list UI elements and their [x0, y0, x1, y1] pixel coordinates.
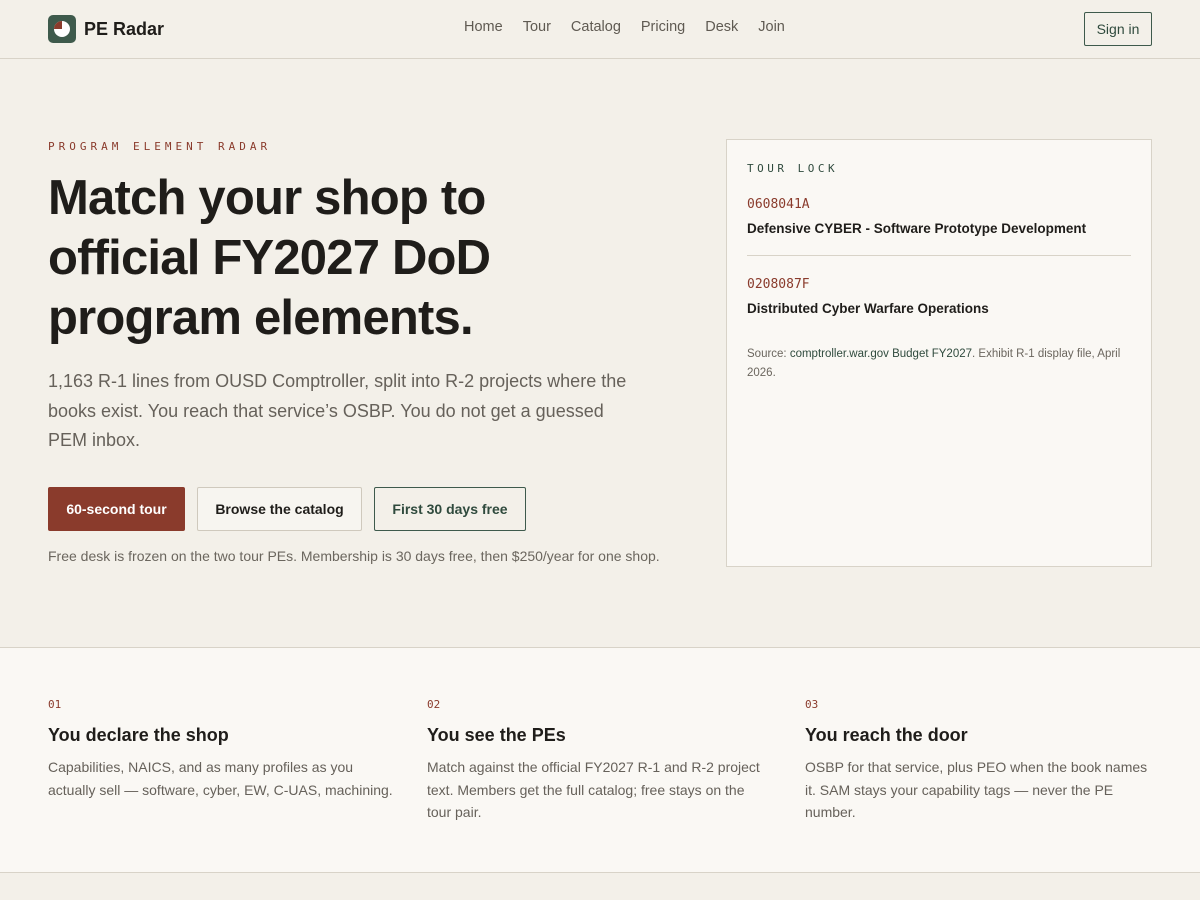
- pe-code: 0608041A: [747, 197, 810, 212]
- source-link[interactable]: comptroller.war.gov Budget FY2027: [790, 348, 972, 360]
- pe-name: Defensive CYBER - Software Prototype Dev…: [747, 221, 1087, 236]
- brand-name: PE Radar: [84, 18, 165, 39]
- radar-pie-icon: [48, 15, 76, 43]
- step-card: 02 You see the PEs Match against the off…: [427, 698, 772, 824]
- sign-in-button[interactable]: Sign in: [1084, 12, 1152, 46]
- nav-item-pricing[interactable]: Pricing: [641, 19, 685, 35]
- pe-name: Distributed Cyber Warfare Operations: [747, 301, 989, 316]
- nav-item-catalog[interactable]: Catalog: [571, 19, 621, 35]
- tour-lock-card: TOUR LOCK 0608041A Defensive CYBER - Sof…: [726, 139, 1152, 567]
- step-title: You declare the shop: [48, 725, 229, 745]
- top-nav-bar: PE Radar Home Tour Catalog Pricing Desk …: [0, 0, 1200, 59]
- step-card: 03 You reach the door OSBP for that serv…: [805, 698, 1150, 824]
- pe-code: 0208087F: [747, 277, 810, 292]
- brand[interactable]: PE Radar: [48, 15, 164, 43]
- main-nav: Home Tour Catalog Pricing Desk Join: [464, 19, 785, 35]
- nav-item-home[interactable]: Home: [464, 19, 503, 35]
- source-note: Source: comptroller.war.gov Budget FY202…: [747, 345, 1137, 383]
- hero-subtitle: 1,163 R-1 lines from OUSD Comptroller, s…: [48, 371, 627, 450]
- source-prefix: Source:: [747, 348, 790, 360]
- hero-eyebrow: PROGRAM ELEMENT RADAR: [48, 140, 272, 153]
- membership-note: Free desk is frozen on the two tour PEs.…: [48, 548, 660, 564]
- steps-section: 01 You declare the shop Capabilities, NA…: [0, 647, 1200, 873]
- nav-item-tour[interactable]: Tour: [523, 19, 551, 35]
- step-body: OSBP for that service, plus PEO when the…: [805, 759, 1148, 820]
- browse-catalog-button[interactable]: Browse the catalog: [197, 487, 362, 531]
- card-label: TOUR LOCK: [747, 162, 839, 175]
- step-number: 02: [427, 698, 441, 711]
- step-title: You reach the door: [805, 725, 968, 745]
- step-body: Capabilities, NAICS, and as many profile…: [48, 759, 393, 798]
- step-body: Match against the official FY2027 R-1 an…: [427, 759, 760, 820]
- step-card: 01 You declare the shop Capabilities, NA…: [48, 698, 393, 801]
- divider: [747, 255, 1131, 256]
- free-trial-button[interactable]: First 30 days free: [374, 487, 526, 531]
- tour-button[interactable]: 60-second tour: [48, 487, 185, 531]
- nav-item-desk[interactable]: Desk: [705, 19, 738, 35]
- step-number: 03: [805, 698, 819, 711]
- step-title: You see the PEs: [427, 725, 566, 745]
- hero-title: Match your shop to official FY2027 DoD p…: [48, 171, 491, 345]
- step-number: 01: [48, 698, 62, 711]
- nav-item-join[interactable]: Join: [758, 19, 785, 35]
